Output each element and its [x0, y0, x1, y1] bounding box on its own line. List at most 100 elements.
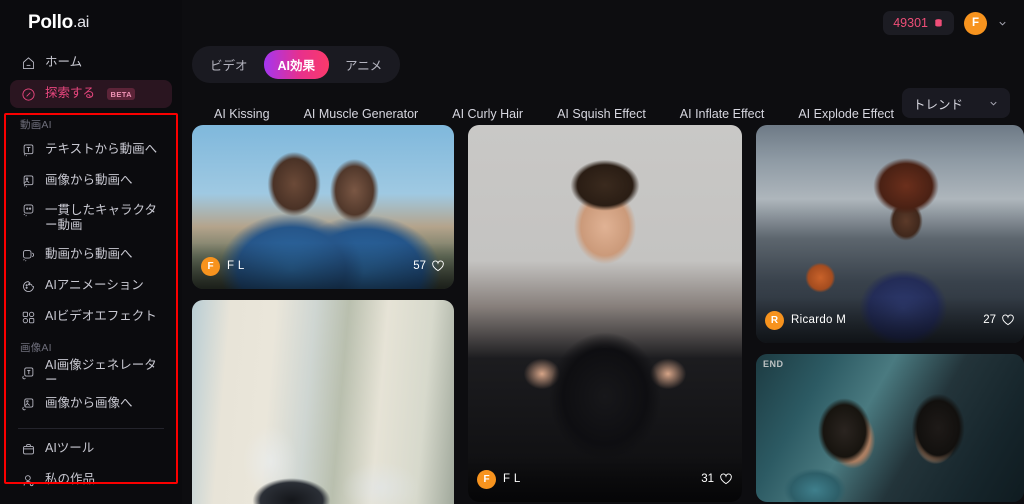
card-musk-thumbnail [468, 125, 742, 502]
text-to-video-icon [20, 142, 36, 158]
sidebar-item-text-to-video[interactable]: テキストから動画へ [10, 136, 172, 164]
sidebar-item-text-to-video-label: テキストから動画へ [45, 142, 158, 157]
sort-dropdown[interactable]: トレンド [902, 88, 1010, 118]
filter-ai-explode-effect[interactable]: AI Explode Effect [781, 107, 911, 121]
card-musk-author[interactable]: F F L [477, 469, 521, 489]
avatar[interactable]: F [964, 11, 987, 35]
filter-row: AI Kissing AI Muscle Generator AI Curly … [182, 83, 1024, 131]
video-effect-icon [20, 309, 36, 325]
card-basketball-likes[interactable]: 27 [983, 313, 1015, 327]
sidebar-item-image-to-image-label: 画像から画像へ [45, 396, 133, 411]
tab-ai-effect[interactable]: AI効果 [263, 50, 330, 79]
content-grid: F F L 57 F F L 31 R Ricardo M 27 END [192, 125, 1024, 504]
card-couple-overlay: F F L 57 [192, 243, 454, 289]
grid-column-1: F F L 57 [192, 125, 454, 504]
sidebar-item-ai-animation[interactable]: AIアニメーション [10, 272, 172, 300]
card-girls-watermark: END [763, 359, 784, 369]
sidebar-item-consistent-character-label: 一貫したキャラクター動画 [45, 202, 158, 232]
tab-group: ビデオ AI効果 アニメ [192, 46, 401, 83]
author-name: F L [227, 260, 245, 272]
tab-anime[interactable]: アニメ [331, 50, 396, 79]
card-musk[interactable]: F F L 31 [468, 125, 742, 502]
consistent-character-icon [20, 202, 36, 218]
sidebar-item-video-to-video-label: 動画から動画へ [45, 247, 133, 262]
sidebar-item-my-works-label: 私の作品 [45, 472, 96, 487]
author-name: Ricardo M [791, 314, 847, 326]
home-icon [20, 55, 36, 71]
sidebar-item-home[interactable]: ホーム [10, 49, 172, 77]
sidebar-item-home-label: ホーム [45, 55, 83, 70]
coin-stack-icon [935, 18, 942, 27]
filter-ai-kissing[interactable]: AI Kissing [192, 107, 287, 121]
avatar-initial: F [971, 17, 980, 29]
video-to-video-icon [20, 247, 36, 263]
card-basketball[interactable]: R Ricardo M 27 [756, 125, 1024, 343]
card-musk-likes[interactable]: 31 [701, 472, 733, 486]
image-to-video-icon [20, 173, 36, 189]
filter-ai-muscle-generator[interactable]: AI Muscle Generator [287, 107, 436, 121]
heart-icon [720, 473, 732, 485]
brand-name: Pollo [28, 12, 73, 33]
card-basketball-overlay: R Ricardo M 27 [756, 297, 1024, 343]
sidebar-item-image-to-video-label: 画像から動画へ [45, 173, 133, 188]
sidebar-item-image-generator[interactable]: AI画像ジェネレーター [10, 357, 172, 387]
sidebar-group-image-label: 画像AI [20, 342, 52, 354]
person-icon [20, 472, 36, 488]
sidebar-item-image-generator-label: AI画像ジェネレーター [45, 357, 157, 387]
card-girls[interactable]: END [756, 354, 1024, 502]
sidebar-item-ai-tools-label: AIツール [45, 441, 95, 456]
sidebar-item-explore[interactable]: 探索する BETA [10, 80, 172, 108]
card-basketball-author[interactable]: R Ricardo M [765, 310, 847, 330]
filter-ai-squish-effect[interactable]: AI Squish Effect [540, 107, 663, 121]
card-couple-likes[interactable]: 57 [413, 259, 445, 273]
card-fly[interactable] [192, 300, 454, 504]
card-girls-thumbnail [756, 354, 1024, 502]
avatar: F [201, 256, 220, 276]
card-couple[interactable]: F F L 57 [192, 125, 454, 289]
sidebar-item-consistent-character[interactable]: 一貫したキャラクター動画 [10, 198, 172, 238]
toolbox-icon [20, 441, 36, 457]
compass-icon [20, 86, 36, 102]
filter-ai-inflate-effect[interactable]: AI Inflate Effect [663, 107, 782, 121]
like-count: 31 [701, 473, 714, 485]
sidebar-item-ai-tools[interactable]: AIツール [10, 435, 172, 463]
credits-value: 49301 [893, 16, 928, 30]
like-count: 27 [983, 314, 996, 326]
chevron-down-icon[interactable] [997, 18, 1008, 29]
brand-logo[interactable]: Pollo .ai [10, 0, 172, 46]
heart-icon [432, 260, 444, 272]
credits-badge[interactable]: 49301 [883, 11, 954, 35]
tabs-row: ビデオ AI効果 アニメ [182, 46, 1024, 83]
sidebar-item-explore-label: 探索する [45, 86, 96, 101]
main-content: 49301 F ビデオ AI効果 アニメ AI Kissing AI Muscl… [182, 0, 1024, 504]
sidebar-item-image-to-image[interactable]: 画像から画像へ [10, 390, 172, 418]
sidebar-group-video-label: 動画AI [20, 119, 52, 131]
sidebar-item-my-works[interactable]: 私の作品 [10, 466, 172, 494]
sort-label: トレンド [913, 97, 964, 112]
grid-column-3: R Ricardo M 27 END [756, 125, 1024, 504]
sidebar-item-video-to-video[interactable]: 動画から動画へ [10, 241, 172, 269]
top-bar: 49301 F [182, 0, 1024, 46]
like-count: 57 [413, 260, 426, 272]
card-musk-overlay: F F L 31 [468, 456, 742, 502]
avatar: F [477, 469, 496, 489]
tab-video[interactable]: ビデオ [196, 50, 262, 79]
sidebar-item-image-to-video[interactable]: 画像から動画へ [10, 167, 172, 195]
animation-icon [20, 278, 36, 294]
sidebar-item-ai-video-effect[interactable]: AIビデオエフェクト [10, 303, 172, 331]
sidebar-item-ai-video-effect-label: AIビデオエフェクト [45, 309, 157, 324]
image-generator-icon [20, 365, 36, 381]
author-name: F L [503, 473, 521, 485]
sidebar-divider [18, 428, 164, 429]
card-couple-author[interactable]: F F L [201, 256, 245, 276]
author-initial: F [483, 473, 490, 485]
filter-ai-curly-hair[interactable]: AI Curly Hair [435, 107, 540, 121]
app-root: Pollo .ai ホーム 探索する BETA 動画AI テキストから動画へ 画… [0, 0, 1024, 504]
sidebar: Pollo .ai ホーム 探索する BETA 動画AI テキストから動画へ 画… [0, 0, 182, 504]
image-to-image-icon [20, 396, 36, 412]
avatar: R [765, 310, 784, 330]
grid-column-2: F F L 31 [468, 125, 742, 504]
card-fly-thumbnail [192, 300, 454, 504]
chevron-down-icon [990, 101, 997, 106]
author-initial: R [770, 314, 779, 326]
